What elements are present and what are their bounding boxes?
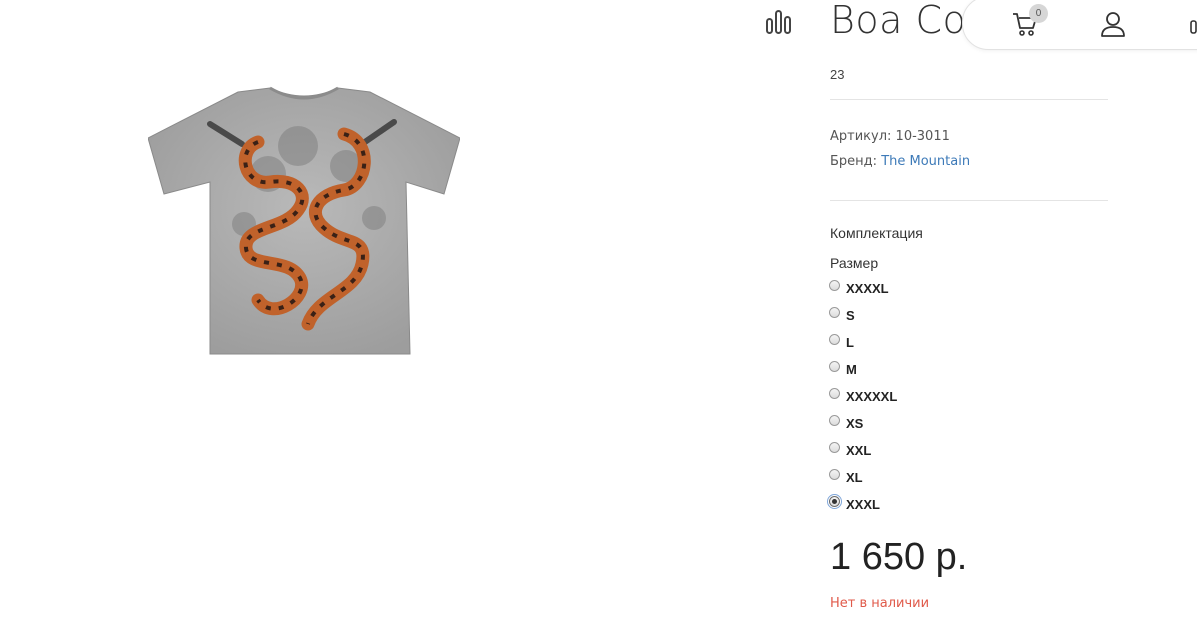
configuration-label: Комплектация <box>830 225 923 241</box>
size-option-label: M <box>846 362 857 377</box>
brand-row: Бренд: The Mountain <box>830 154 970 169</box>
size-radio[interactable] <box>829 334 840 345</box>
size-option-label: S <box>846 308 855 323</box>
article-label: Артикул: <box>830 129 892 144</box>
size-radio[interactable] <box>829 307 840 318</box>
size-radio[interactable] <box>829 469 840 480</box>
cart-count-badge: 0 <box>1029 4 1048 23</box>
menu-icon[interactable] <box>1187 17 1197 37</box>
size-option-label: XS <box>846 416 864 431</box>
size-option[interactable]: M <box>829 359 897 386</box>
size-option[interactable]: L <box>829 332 897 359</box>
size-option-label: XXXL <box>846 497 880 512</box>
size-radio[interactable] <box>827 494 842 509</box>
brand-link[interactable]: The Mountain <box>881 154 970 169</box>
size-option[interactable]: XXXL <box>827 494 897 521</box>
size-options: XXXXL S L M XXXXXL XS XXL XL XXXL <box>827 278 897 521</box>
size-radio[interactable] <box>829 415 840 426</box>
size-option-label: XXXXL <box>846 281 889 296</box>
product-image[interactable] <box>148 86 460 361</box>
size-option[interactable]: S <box>829 305 897 332</box>
compare-icon[interactable] <box>765 9 793 35</box>
floating-header-bar <box>962 0 1197 50</box>
size-option-label: L <box>846 335 854 350</box>
brand-label: Бренд: <box>830 154 878 169</box>
size-option-label: XL <box>846 470 863 485</box>
stock-status: Нет в наличии <box>830 596 930 611</box>
size-radio[interactable] <box>829 361 840 372</box>
size-option[interactable]: XS <box>829 413 897 440</box>
size-option-label: XXL <box>846 443 872 458</box>
size-label: Размер <box>830 255 879 271</box>
size-radio[interactable] <box>829 442 840 453</box>
user-icon[interactable] <box>1099 10 1127 38</box>
size-option-label: XXXXXL <box>846 389 898 404</box>
size-option[interactable]: XXL <box>829 440 897 467</box>
size-radio[interactable] <box>829 280 840 291</box>
article-row: Артикул: 10-3011 <box>830 129 950 144</box>
size-radio[interactable] <box>829 388 840 399</box>
size-option[interactable]: XL <box>829 467 897 494</box>
size-option[interactable]: XXXXXL <box>829 386 897 413</box>
size-option[interactable]: XXXXL <box>829 278 897 305</box>
divider <box>830 200 1108 201</box>
product-subtitle: 23 <box>830 67 845 82</box>
product-price: 1 650 р. <box>830 536 968 578</box>
article-value: 10-3011 <box>895 129 950 144</box>
divider <box>830 99 1108 100</box>
